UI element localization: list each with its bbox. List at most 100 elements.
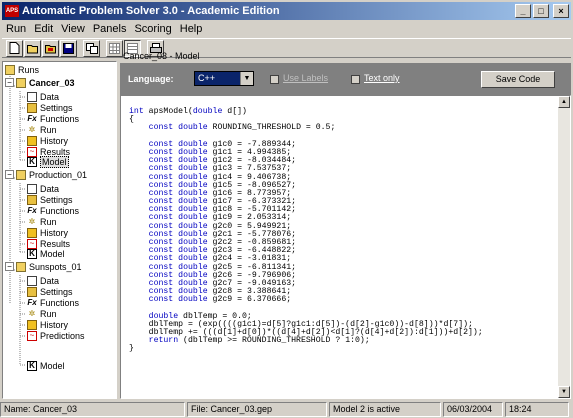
menu-bar: Run Edit View Panels Scoring Help [2,20,571,38]
tree-item-settings[interactable]: Settings [27,286,73,297]
tree-item-label: Functions [40,297,80,308]
tree-item-label: Data [40,183,60,194]
use-labels-checkbox[interactable] [270,75,279,84]
run-icon: ✲ [28,124,36,134]
tree-item-model[interactable]: K Model [27,360,65,371]
code-line: int apsModel(double d[]) [129,107,247,116]
new-file-icon[interactable] [6,39,23,57]
menu-panels[interactable]: Panels [89,21,131,37]
menu-scoring[interactable]: Scoring [130,21,175,37]
tree-run-label: Production_01 [29,169,88,180]
language-select[interactable]: C++ ▼ [194,71,254,86]
model-code: int apsModel(double d[]){ const double R… [129,107,483,354]
functions-icon: Fx [27,297,37,307]
close-button[interactable]: × [553,4,569,18]
tree-root-runs[interactable]: Runs [5,64,39,75]
tree-item-label: Results [40,238,71,249]
use-labels-label: Use Labels [283,73,329,83]
tree-run-label: Cancer_03 [29,77,75,88]
tree-item-history[interactable]: History [27,227,68,238]
folder-open-icon [16,261,26,272]
data-icon [27,275,37,286]
maximize-button[interactable]: □ [533,4,549,18]
tree-run-cancer[interactable]: − Cancer_03 [5,77,75,88]
tree-item-predictions[interactable]: ~ Predictions [27,330,85,341]
folder-open-icon [16,169,26,180]
model-icon: K [27,248,37,259]
tree-item-label: Settings [40,194,73,205]
menu-edit[interactable]: Edit [30,21,57,37]
code-line: const double g2c9 = 6.370666; [148,295,292,305]
code-options-bar: Language: C++ ▼ Use Labels Text only Sav… [120,63,571,95]
minimize-button[interactable]: _ [515,4,531,18]
model-icon: K [27,360,37,371]
results-icon: ~ [27,146,37,157]
tree-item-run[interactable]: ✲ Run [27,124,57,135]
tree-item-label: Model [40,155,69,168]
tree-item-label: History [40,319,69,330]
text-only-label: Text only [364,73,400,83]
status-bar: Name: Cancer_03 File: Cancer_03.gep Mode… [0,401,573,418]
save-disk-icon[interactable] [60,39,77,57]
scroll-down-icon[interactable]: ▼ [558,386,570,398]
tree-item-model[interactable]: K Model [27,248,65,259]
open-folder-icon[interactable] [24,39,41,57]
tree-item-run[interactable]: ✲ Run [27,216,57,227]
status-model: Model 2 is active [329,402,441,417]
tree-item-data[interactable]: Data [27,275,59,286]
save-code-button[interactable]: Save Code [481,71,555,88]
tree-run-sunspots[interactable]: − Sunspots_01 [5,261,82,272]
text-only-checkbox[interactable] [351,75,360,84]
open-project-icon[interactable] [42,39,59,57]
history-icon [27,135,37,146]
collapse-icon[interactable]: − [5,78,14,87]
collapse-icon[interactable]: − [5,262,14,271]
menu-help[interactable]: Help [176,21,207,37]
app-icon: APS [5,5,19,17]
collapse-icon[interactable]: − [5,170,14,179]
tree-item-data[interactable]: Data [27,183,59,194]
tree-run-label: Sunspots_01 [29,261,82,272]
folder-open-icon [16,77,26,88]
tree-item-label: Run [40,216,57,227]
tree-item-label: History [40,135,69,146]
tree-item-label: Data [40,275,60,286]
panel-title: Cancer_03 - Model [123,51,200,61]
folder-icon [5,64,15,75]
tree-root-label: Runs [18,64,40,75]
copy-icon[interactable] [83,39,100,57]
tree-item-settings[interactable]: Settings [27,102,73,113]
tree-item-label: Run [40,308,57,319]
tree-item-functions[interactable]: Fx Functions [27,205,79,216]
functions-icon: Fx [27,205,37,215]
functions-icon: Fx [27,113,37,123]
tree-item-data[interactable]: Data [27,91,59,102]
run-icon: ✲ [28,308,36,318]
code-line: return (dblTemp >= ROUNDING_THRESHOLD ? … [148,336,370,346]
tree-item-label: Model [40,248,65,259]
data-icon [27,91,37,102]
title-bar[interactable]: APS Automatic Problem Solver 3.0 - Acade… [2,2,571,20]
tree-item-run[interactable]: ✲ Run [27,308,57,319]
tree-item-functions[interactable]: Fx Functions [27,297,79,308]
status-name: Name: Cancer_03 [0,402,185,417]
vertical-scrollbar[interactable]: ▲ ▼ [558,96,570,398]
status-file: File: Cancer_03.gep [187,402,327,417]
settings-icon [27,102,37,113]
tree-run-production[interactable]: − Production_01 [5,169,87,180]
tree-item-label: Predictions [40,330,85,341]
tree-item-label: Run [40,124,57,135]
history-icon [27,319,37,330]
tree-item-model-selected[interactable]: K Model [27,155,69,168]
tree-item-history[interactable]: History [27,135,68,146]
tree-item-settings[interactable]: Settings [27,194,73,205]
menu-run[interactable]: Run [2,21,30,37]
model-icon: K [27,156,37,167]
dropdown-arrow-icon[interactable]: ▼ [240,72,253,85]
scroll-up-icon[interactable]: ▲ [558,96,570,108]
code-view[interactable]: int apsModel(double d[]){ const double R… [120,95,571,399]
menu-view[interactable]: View [57,21,89,37]
tree-item-history[interactable]: History [27,319,68,330]
tree-item-functions[interactable]: Fx Functions [27,113,79,124]
tree-item-label: Model [40,360,65,371]
